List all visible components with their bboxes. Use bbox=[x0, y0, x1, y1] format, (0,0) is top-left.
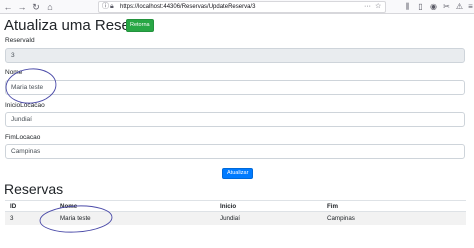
library-icon[interactable]: ⫼ bbox=[402, 1, 413, 13]
browser-toolbar: ← → ↻ ⌂ ⓘ 🔒︎ https://localhost:44306/Res… bbox=[0, 0, 474, 14]
column-header-inicio: Inicio bbox=[215, 200, 322, 212]
reservas-table: ID Nome Inicio Fim 3 Maria teste Jundiaí… bbox=[5, 200, 466, 225]
table-row[interactable]: 3 Maria teste Jundiaí Campinas bbox=[5, 211, 466, 225]
reservaid-field[interactable]: 3 bbox=[5, 48, 465, 63]
sidebar-icon[interactable]: ▯ bbox=[415, 1, 426, 13]
cell-fim: Campinas bbox=[322, 211, 466, 225]
menu-dots-icon[interactable]: ··· bbox=[364, 2, 371, 12]
column-header-fim: Fim bbox=[322, 200, 466, 212]
lock-icon[interactable]: 🔒︎ bbox=[110, 2, 114, 12]
table-header-row: ID Nome Inicio Fim bbox=[5, 200, 466, 212]
home-icon[interactable]: ⌂ bbox=[44, 1, 56, 13]
back-arrow-icon[interactable]: ← bbox=[2, 1, 14, 13]
fimlocacao-label: FimLocacao bbox=[5, 134, 41, 141]
extension-icon[interactable]: ⚠ bbox=[454, 1, 465, 13]
back-button[interactable]: Retorna bbox=[126, 19, 154, 32]
fimlocacao-field[interactable]: Campinas bbox=[5, 144, 465, 159]
cell-nome: Maria teste bbox=[55, 211, 215, 225]
iniciolocacao-label: InicioLocacao bbox=[5, 102, 45, 109]
star-icon[interactable]: ☆ bbox=[375, 2, 381, 12]
account-icon[interactable]: ◉ bbox=[428, 1, 439, 13]
nome-field[interactable]: Maria teste bbox=[5, 80, 465, 95]
cell-inicio: Jundiaí bbox=[215, 211, 322, 225]
update-button[interactable]: Atualizar bbox=[222, 168, 254, 179]
reservas-title: Reservas bbox=[4, 181, 64, 197]
address-bar[interactable]: ⓘ 🔒︎ https://localhost:44306/Reservas/Up… bbox=[98, 1, 386, 13]
address-text[interactable]: https://localhost:44306/Reservas/UpdateR… bbox=[120, 2, 255, 12]
screenshot-icon[interactable]: ✂ bbox=[441, 1, 452, 13]
page-content: Atualiza uma Reserva Retorna ReservaId 3… bbox=[0, 14, 474, 248]
column-header-nome: Nome bbox=[55, 200, 215, 212]
nome-label: Nome bbox=[5, 69, 23, 76]
reload-icon[interactable]: ↻ bbox=[30, 1, 42, 13]
hamburger-menu-icon[interactable]: ≡ bbox=[465, 1, 474, 13]
iniciolocacao-field[interactable]: Jundiaí bbox=[5, 112, 465, 127]
reservaid-label: ReservaId bbox=[5, 37, 35, 44]
column-header-id: ID bbox=[5, 200, 55, 212]
info-icon[interactable]: ⓘ bbox=[102, 2, 109, 12]
cell-id: 3 bbox=[5, 211, 55, 225]
forward-arrow-icon[interactable]: → bbox=[16, 1, 28, 13]
